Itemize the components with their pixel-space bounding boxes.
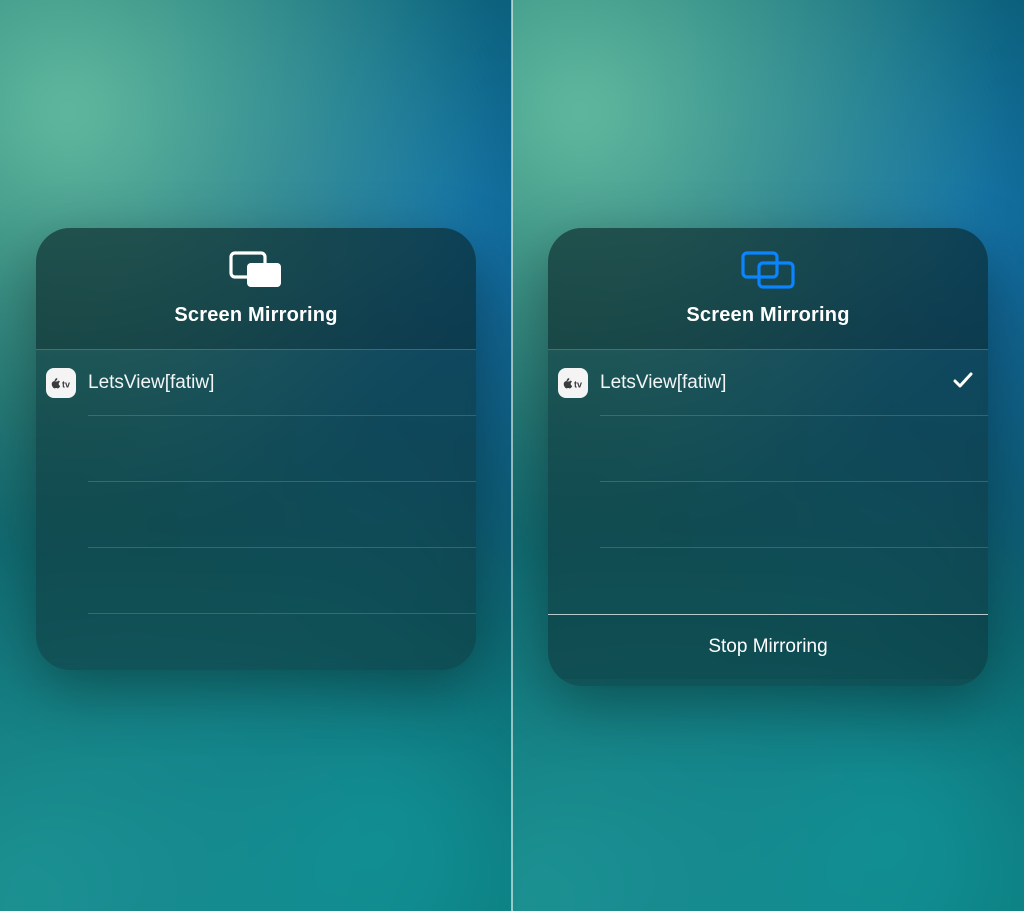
device-label: LetsView[fatiw] <box>88 372 214 394</box>
screen-mirroring-icon <box>229 251 283 294</box>
device-row-letsview[interactable]: tv LetsView[fatiw] <box>88 350 476 416</box>
svg-text:tv: tv <box>574 379 582 389</box>
device-row-empty <box>600 548 988 614</box>
stop-mirroring-button[interactable]: Stop Mirroring <box>548 615 988 679</box>
left-screen: Screen Mirroring tv LetsView[fatiw] <box>0 0 512 911</box>
screen-mirroring-icon <box>741 251 795 294</box>
panel-title: Screen Mirroring <box>686 304 849 327</box>
apple-tv-icon: tv <box>46 368 76 398</box>
device-list: tv LetsView[fatiw] <box>548 350 988 614</box>
screen-mirroring-panel: Screen Mirroring tv LetsView[fatiw] <box>548 228 988 686</box>
right-screen: Screen Mirroring tv LetsView[fatiw] <box>512 0 1024 911</box>
device-row-empty <box>88 482 476 548</box>
stop-mirroring-label: Stop Mirroring <box>708 636 827 658</box>
device-row-empty <box>600 416 988 482</box>
device-row-empty <box>88 614 476 670</box>
device-list: tv LetsView[fatiw] <box>36 350 476 670</box>
device-row-letsview[interactable]: tv LetsView[fatiw] <box>600 350 988 416</box>
panel-header: Screen Mirroring <box>548 228 988 350</box>
apple-tv-icon: tv <box>558 368 588 398</box>
checkmark-icon <box>952 369 974 396</box>
panel-title: Screen Mirroring <box>174 304 337 327</box>
device-row-empty <box>88 548 476 614</box>
screen-mirroring-panel: Screen Mirroring tv LetsView[fatiw] <box>36 228 476 670</box>
device-label: LetsView[fatiw] <box>600 372 726 394</box>
device-row-empty <box>88 416 476 482</box>
svg-text:tv: tv <box>62 379 70 389</box>
device-row-empty <box>600 482 988 548</box>
screenshot-divider <box>511 0 513 911</box>
panel-header: Screen Mirroring <box>36 228 476 350</box>
